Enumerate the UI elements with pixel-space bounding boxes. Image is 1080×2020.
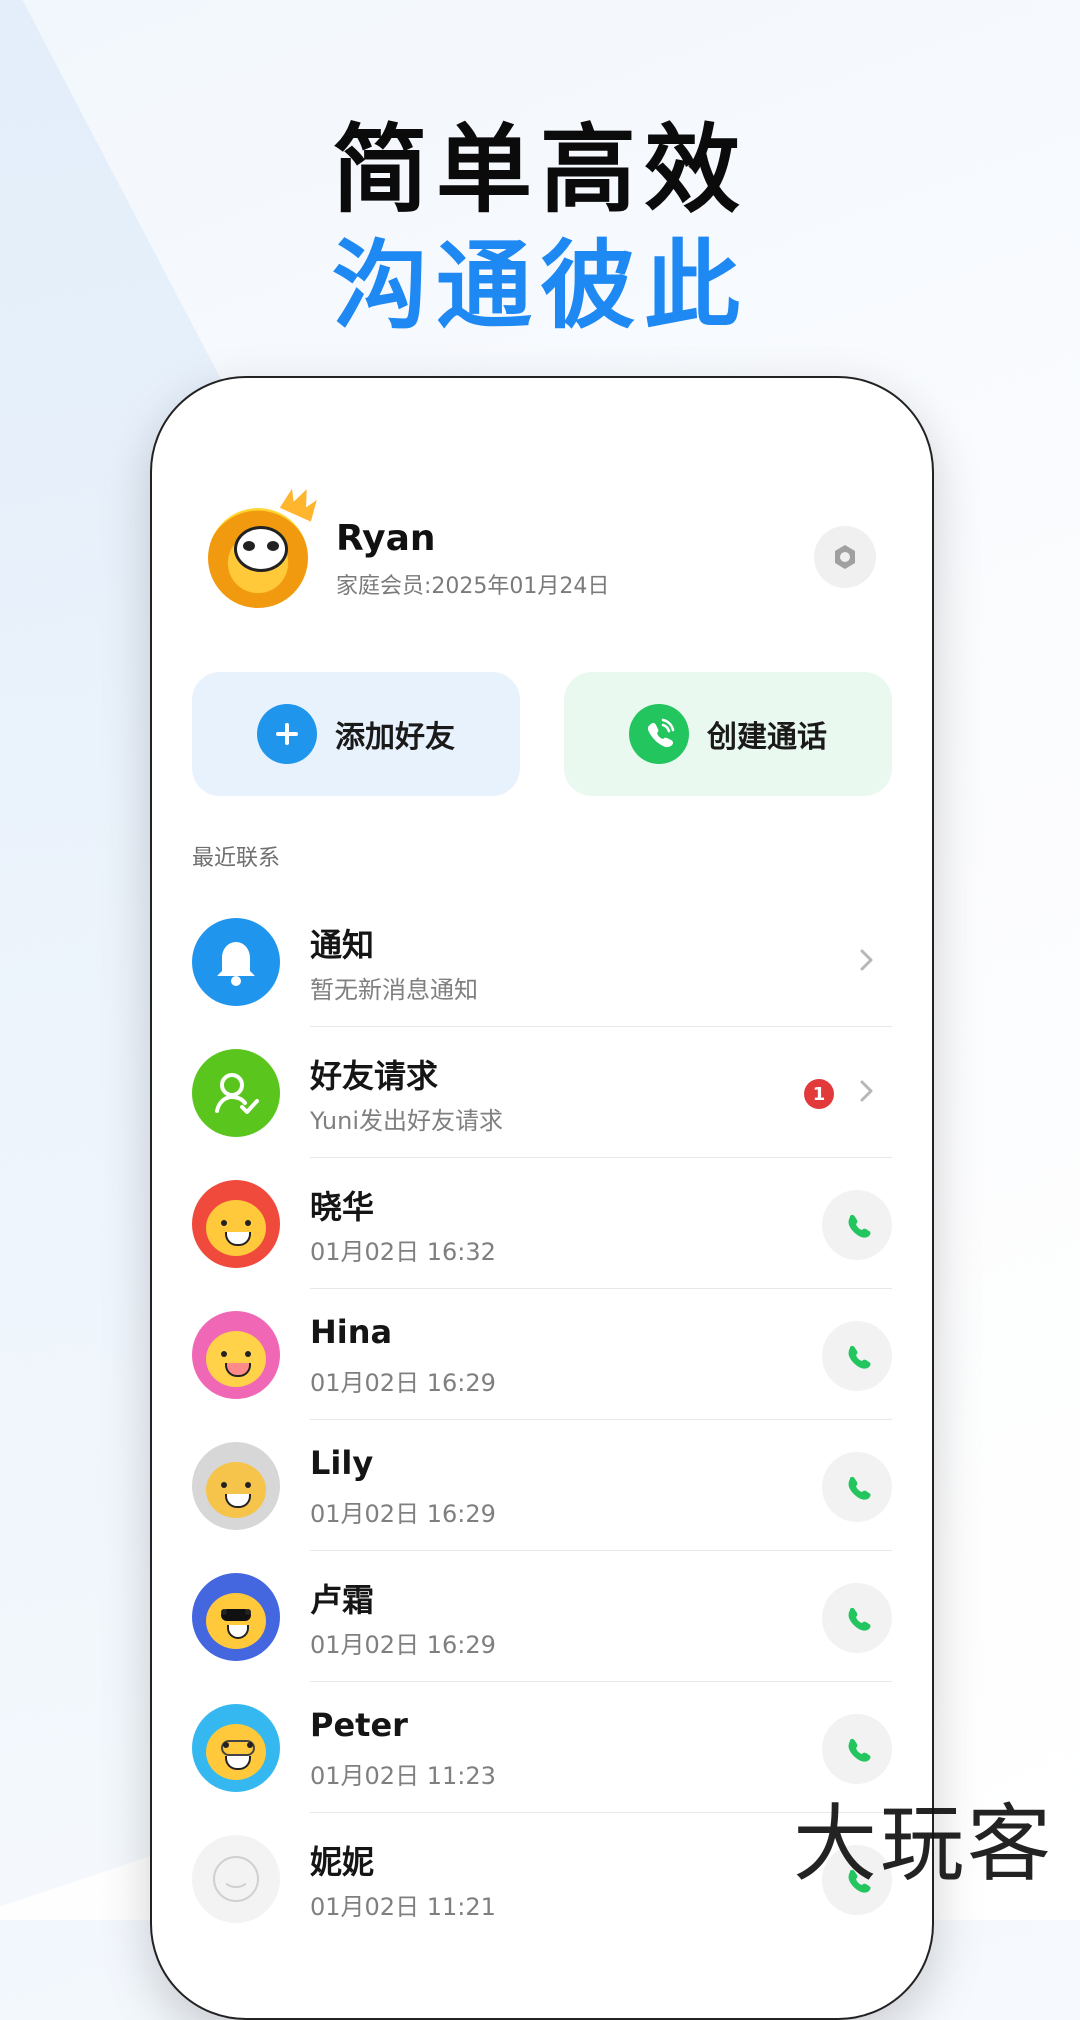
bear-face-icon (206, 1331, 266, 1387)
call-button[interactable] (822, 1583, 892, 1653)
recent-contacts-title: 最近联系 (192, 846, 281, 871)
list-item-subtitle: 01月02日 16:32 (310, 1238, 496, 1266)
notification-avatar (192, 918, 280, 1006)
contact-avatar (192, 1573, 280, 1661)
chevron-right-icon (860, 949, 873, 971)
list-item-title: Hina (310, 1313, 393, 1351)
contact-avatar (192, 1835, 280, 1923)
eyes-icon (221, 1482, 251, 1490)
call-button[interactable] (822, 1321, 892, 1391)
headline-line-2: 沟通彼此 (332, 230, 748, 342)
call-button[interactable] (822, 1452, 892, 1522)
watermark: 大玩客 (792, 1795, 1054, 1893)
phone-icon (848, 1607, 871, 1631)
default-smile-icon (213, 1856, 259, 1902)
list-item-title: 通知 (310, 926, 375, 964)
phone-icon (848, 1738, 871, 1762)
contact-avatar (192, 1704, 280, 1792)
friend-request-avatar (192, 1049, 280, 1137)
eyes-icon (221, 1220, 251, 1228)
list-item-subtitle: 01月02日 11:21 (310, 1893, 496, 1921)
chevron-right-icon (860, 1080, 873, 1102)
sunglasses-face-icon (206, 1593, 266, 1649)
phone-icon (848, 1476, 871, 1500)
list-item-title: 妮妮 (310, 1843, 375, 1881)
bunny-face-icon (206, 1462, 266, 1518)
mouth-icon (225, 1494, 251, 1508)
contact-avatar (192, 1180, 280, 1268)
panda-icon (234, 526, 288, 572)
mouth-icon (225, 1232, 251, 1246)
profile-avatar[interactable] (208, 508, 308, 608)
phone-call-icon (629, 704, 689, 764)
list-item-subtitle: 01月02日 16:29 (310, 1369, 496, 1397)
list-item-contact[interactable]: Lily 01月02日 16:29 (192, 1420, 892, 1551)
list-item-title: Lily (310, 1444, 374, 1482)
giraffe-face-icon (206, 1724, 266, 1780)
eyes-icon (221, 1351, 251, 1359)
settings-button[interactable] (814, 526, 876, 588)
list-item-subtitle: 暂无新消息通知 (310, 976, 478, 1004)
recent-contacts-list: 通知 暂无新消息通知 好友请求 Yuni发出好友请求 1 晓华 01月02日 1… (192, 896, 892, 1944)
list-item-contact[interactable]: Peter 01月02日 11:23 (192, 1682, 892, 1813)
call-button[interactable] (822, 1714, 892, 1784)
add-friend-label: 添加好友 (335, 720, 455, 755)
list-item-contact[interactable]: 卢霜 01月02日 16:29 (192, 1551, 892, 1682)
membership-text: 家庭会员:2025年01月24日 (336, 574, 610, 599)
phone-icon (848, 1214, 871, 1238)
list-item-subtitle: 01月02日 16:29 (310, 1500, 496, 1528)
plus-icon (257, 704, 317, 764)
smiley-face-icon (206, 1200, 266, 1256)
create-call-label: 创建通话 (707, 720, 827, 755)
list-item-contact[interactable]: Hina 01月02日 16:29 (192, 1289, 892, 1420)
list-item-notification[interactable]: 通知 暂无新消息通知 (192, 896, 892, 1027)
sunglasses-icon (221, 1609, 251, 1621)
friend-request-icon (215, 1073, 259, 1114)
bell-icon (217, 942, 255, 986)
mouth-icon (225, 1756, 251, 1770)
mouth-icon (225, 1363, 251, 1377)
list-item-title: 好友请求 (310, 1057, 439, 1095)
list-item-title: 晓华 (310, 1188, 375, 1226)
list-item-friend-request[interactable]: 好友请求 Yuni发出好友请求 1 (192, 1027, 892, 1158)
list-item-contact[interactable]: 妮妮 01月02日 11:21 (192, 1813, 892, 1944)
profile-name: Ryan (336, 518, 436, 559)
add-friend-button[interactable]: 添加好友 (192, 672, 520, 796)
list-item-subtitle: 01月02日 16:29 (310, 1631, 496, 1659)
list-item-title: 卢霜 (310, 1581, 375, 1619)
contact-avatar (192, 1442, 280, 1530)
glasses-icon (221, 1740, 255, 1756)
phone-icon (848, 1345, 871, 1369)
unread-badge: 1 (804, 1079, 834, 1109)
call-button[interactable] (822, 1190, 892, 1260)
hexagon-gear-icon (835, 545, 855, 569)
list-item-subtitle: 01月02日 11:23 (310, 1762, 496, 1790)
list-item-contact[interactable]: 晓华 01月02日 16:32 (192, 1158, 892, 1289)
list-item-title: Peter (310, 1706, 408, 1744)
profile-header: Ryan 家庭会员:2025年01月24日 (208, 508, 876, 608)
contact-avatar (192, 1311, 280, 1399)
quick-actions: 添加好友 创建通话 (192, 672, 892, 796)
list-item-subtitle: Yuni发出好友请求 (310, 1107, 503, 1135)
mouth-icon (227, 1625, 249, 1639)
phone-frame: Ryan 家庭会员:2025年01月24日 添加好友 创建通话 最近联系 通知 … (150, 376, 934, 2020)
create-call-button[interactable]: 创建通话 (564, 672, 892, 796)
